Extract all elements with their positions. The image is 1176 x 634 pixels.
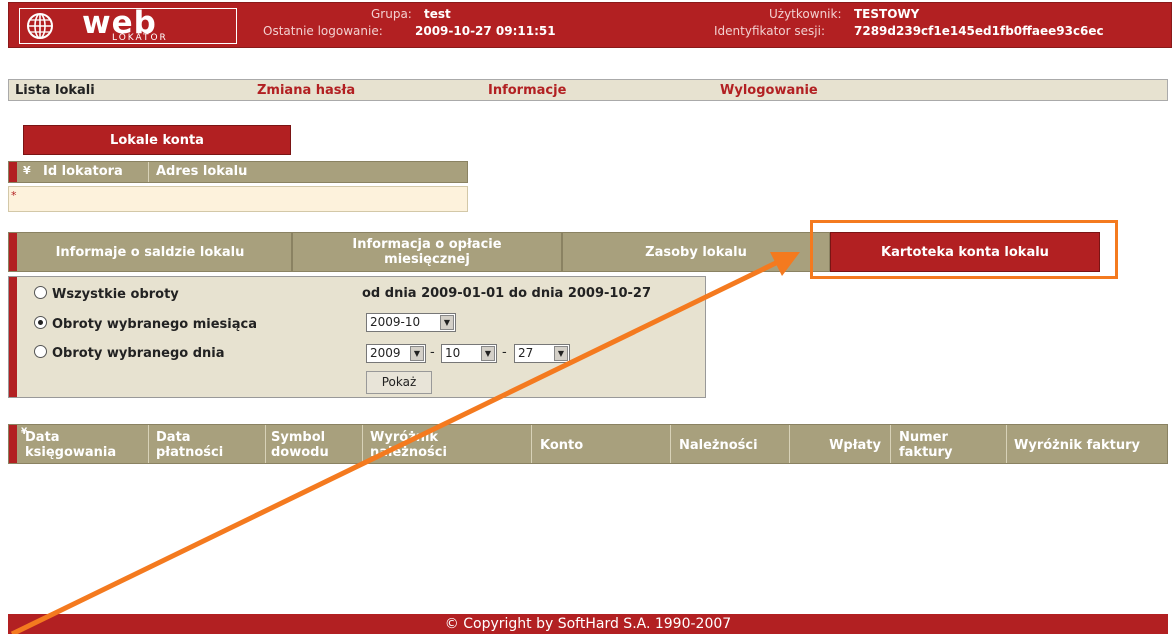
column-divider [265, 425, 266, 463]
col-naleznosci[interactable]: Należności [679, 428, 789, 462]
globe-icon [27, 13, 53, 39]
session-label: Identyfikator sesji: [714, 24, 825, 38]
col-data-platnosci-label: Data płatności [156, 430, 224, 460]
col-adres-lokalu[interactable]: Adres lokalu [156, 164, 247, 179]
header-marker [9, 162, 17, 182]
radio-day[interactable] [34, 345, 47, 358]
panel-marker [9, 277, 17, 397]
header-bar: web LOKATOR Grupa: test Ostatnie logowan… [8, 2, 1172, 48]
logo-subtext: LOKATOR [112, 33, 168, 43]
column-divider [670, 425, 671, 463]
menu-item-lista-lokali[interactable]: Lista lokali [15, 83, 95, 98]
column-divider [148, 425, 149, 463]
accounts-title: Lokale konta [23, 125, 291, 155]
chevron-down-icon[interactable]: ▼ [554, 346, 568, 361]
col-id-lokatora[interactable]: Id lokatora [43, 164, 123, 179]
chevron-down-icon[interactable]: ▼ [440, 315, 454, 330]
month-select[interactable]: 2009-10 ▼ [366, 313, 456, 332]
new-row-marker: * [11, 189, 17, 202]
menu-item-wylogowanie[interactable]: Wylogowanie [720, 83, 818, 98]
col-wyroznik-faktury[interactable]: Wyróżnik faktury [1014, 428, 1166, 462]
tab-zasoby[interactable]: Zasoby lokalu [562, 232, 830, 272]
column-divider [1006, 425, 1007, 463]
tab-marker [9, 233, 17, 271]
tab-saldo[interactable]: Informaje o saldzie lokalu [8, 232, 292, 272]
radio-all[interactable] [34, 286, 47, 299]
accounts-table-header: ¥ Id lokatora Adres lokalu [8, 161, 468, 183]
dash: - [430, 345, 435, 360]
col-data-ksiegowania-label: Data księgowania [25, 430, 117, 460]
col-wplaty-label: Wpłaty [829, 437, 881, 453]
col-numer-faktury-label: Numer faktury [899, 430, 953, 460]
year-select-value: 2009 [370, 346, 401, 360]
highlight-box [810, 220, 1118, 279]
radio-month[interactable] [34, 316, 47, 329]
dash: - [502, 345, 507, 360]
footer: © Copyright by SoftHard S.A. 1990-2007 [8, 614, 1168, 634]
option-month-label: Obroty wybranego miesiąca [52, 317, 257, 332]
option-all-label: Wszystkie obroty [52, 287, 179, 302]
month-day-select[interactable]: 10 ▼ [441, 344, 497, 363]
col-wyroznik-naleznosci[interactable]: Wyróżnik należności [370, 428, 470, 462]
group-value: test [424, 7, 451, 21]
accounts-new-row[interactable]: * [8, 186, 468, 212]
col-naleznosci-label: Należności [679, 437, 758, 453]
option-month[interactable]: Obroty wybranego miesiąca [34, 316, 257, 332]
column-divider [362, 425, 363, 463]
option-day-label: Obroty wybranego dnia [52, 346, 225, 361]
col-wplaty[interactable]: Wpłaty [789, 428, 889, 462]
col-data-platnosci[interactable]: Data płatności [156, 428, 256, 462]
column-divider [890, 425, 891, 463]
date-range-text: od dnia 2009-01-01 do dnia 2009-10-27 [362, 286, 651, 301]
main-menu: Lista lokali Zmiana hasła Informacje Wyl… [8, 79, 1168, 101]
col-symbol-dowodu-label: Symbol dowodu [271, 430, 329, 460]
menu-item-zmiana-hasla[interactable]: Zmiana hasła [257, 83, 355, 98]
day-select[interactable]: 27 ▼ [514, 344, 570, 363]
user-value: TESTOWY [854, 7, 920, 21]
user-label: Użytkownik: [769, 7, 842, 21]
col-numer-faktury[interactable]: Numer faktury [899, 428, 959, 462]
show-button[interactable]: Pokaż [366, 371, 432, 394]
col-wyroznik-naleznosci-label: Wyróżnik należności [370, 430, 447, 460]
results-table-header: ¥ Data księgowania Data płatności Symbol… [8, 424, 1168, 464]
column-divider [531, 425, 532, 463]
header-marker [9, 425, 17, 463]
col-symbol-dowodu[interactable]: Symbol dowodu [271, 428, 331, 462]
month-day-select-value: 10 [445, 346, 461, 360]
last-login-value: 2009-10-27 09:11:51 [415, 24, 556, 38]
menu-item-informacje[interactable]: Informacje [488, 83, 566, 98]
column-divider [148, 162, 149, 182]
session-value: 7289d239cf1e145ed1fb0ffaee93c6ec [854, 24, 1104, 38]
day-select-value: 27 [518, 346, 534, 360]
tab-oplata[interactable]: Informacja o opłacie miesięcznej [292, 232, 562, 272]
sort-icon[interactable]: ¥ [23, 164, 31, 177]
col-wyroznik-faktury-label: Wyróżnik faktury [1014, 437, 1141, 453]
logo: web LOKATOR [19, 5, 237, 44]
year-select[interactable]: 2009 ▼ [366, 344, 426, 363]
option-day[interactable]: Obroty wybranego dnia [34, 345, 225, 361]
col-konto-label: Konto [540, 437, 584, 453]
option-all[interactable]: Wszystkie obroty [34, 286, 179, 302]
chevron-down-icon[interactable]: ▼ [481, 346, 495, 361]
last-login-label: Ostatnie logowanie: [263, 24, 383, 38]
col-konto[interactable]: Konto [540, 428, 640, 462]
month-select-value: 2009-10 [370, 315, 421, 329]
group-label: Grupa: [371, 7, 412, 21]
tab-oplata-label: Informacja o opłacie miesięcznej [352, 237, 502, 267]
col-data-ksiegowania[interactable]: Data księgowania [25, 428, 145, 462]
tab-zasoby-label: Zasoby lokalu [645, 244, 747, 260]
tab-saldo-label: Informaje o saldzie lokalu [55, 244, 245, 260]
chevron-down-icon[interactable]: ▼ [410, 346, 424, 361]
